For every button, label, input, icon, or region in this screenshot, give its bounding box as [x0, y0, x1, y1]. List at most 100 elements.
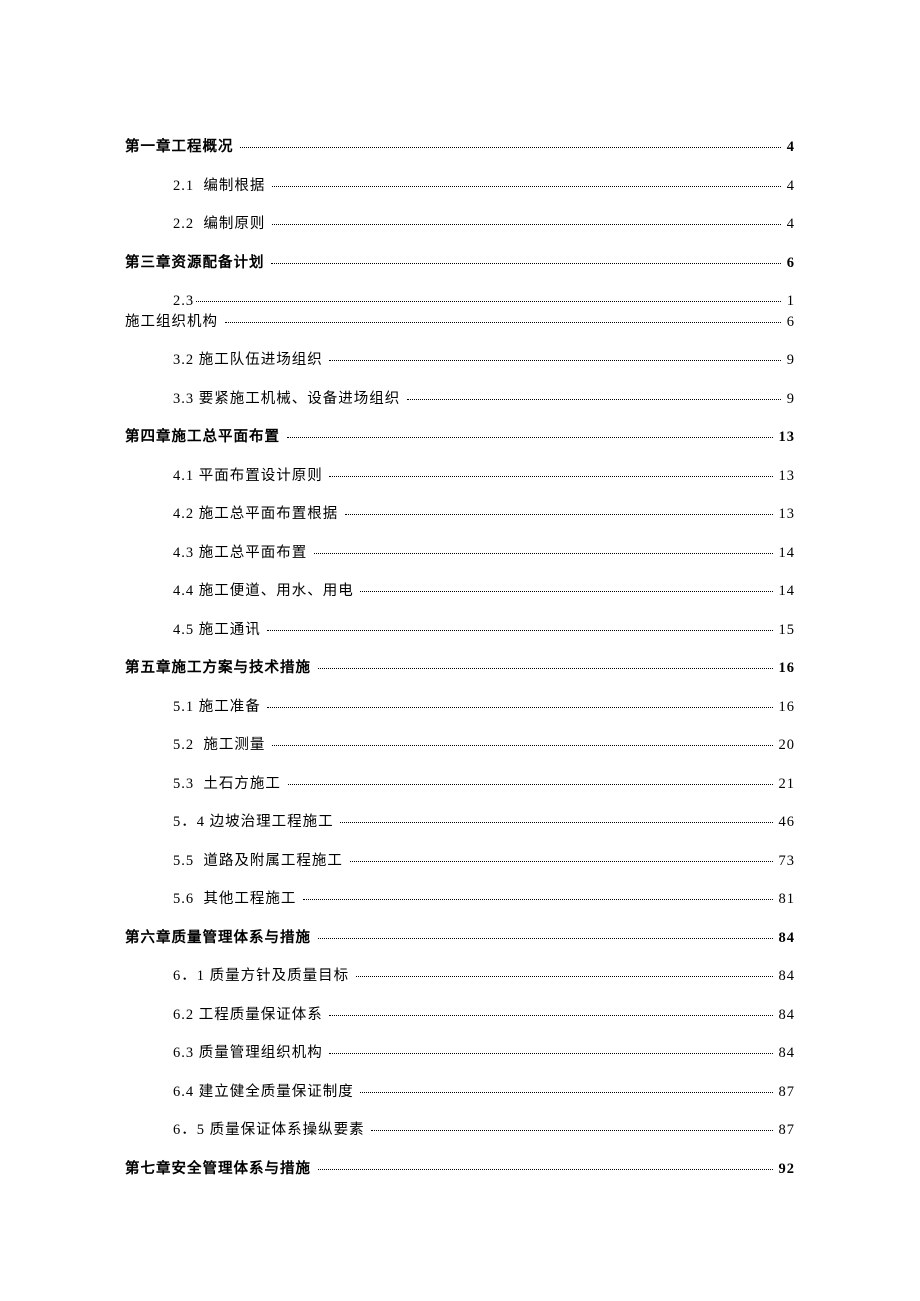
toc-entry-label: 第一章工程概况 [125, 140, 238, 155]
toc-leader-dots [345, 514, 773, 515]
table-of-contents: 第一章工程概况 42.1 编制根据 42.2 编制原则 4第三章资源配备计划 6… [125, 140, 795, 1176]
toc-entry-label: 施工组织机构 [125, 315, 223, 330]
toc-entry-page: 14 [775, 546, 796, 561]
toc-leader-dots [314, 553, 773, 554]
toc-entry: 4.2 施工总平面布置根据 13 [125, 507, 795, 522]
toc-entry-label: 6．1 质量方针及质量目标 [173, 969, 354, 984]
toc-entry-label: 2.1 编制根据 [173, 179, 270, 194]
toc-entry-label: 第四章施工总平面布置 [125, 430, 285, 445]
toc-leader-dots [288, 784, 773, 785]
toc-entry: 6．5 质量保证体系操纵要素 87 [125, 1123, 795, 1138]
toc-entry-label: 5.1 施工准备 [173, 700, 265, 715]
toc-entry-page: 16 [775, 700, 796, 715]
toc-entry-label: 3.2 施工队伍进场组织 [173, 353, 327, 368]
toc-entry-label: 2.3 [173, 294, 194, 309]
toc-entry: 第四章施工总平面布置 13 [125, 430, 795, 445]
toc-entry: 6.2 工程质量保证体系 84 [125, 1008, 795, 1023]
toc-leader-dots [225, 322, 781, 323]
toc-leader-dots [350, 861, 773, 862]
toc-entry-page: 13 [775, 469, 796, 484]
toc-entry: 第七章安全管理体系与措施 92 [125, 1162, 795, 1177]
toc-entry: 6.4 建立健全质量保证制度 87 [125, 1085, 795, 1100]
toc-entry-page: 6 [783, 256, 795, 271]
toc-leader-dots [272, 224, 781, 225]
toc-entry: 5．4 边坡治理工程施工 46 [125, 815, 795, 830]
toc-entry-page: 84 [775, 969, 796, 984]
toc-leader-dots [318, 1169, 773, 1170]
toc-entry-page: 14 [775, 584, 796, 599]
toc-entry-page: 4 [783, 217, 795, 232]
toc-entry: 第一章工程概况 4 [125, 140, 795, 155]
toc-entry: 5.3 土石方施工 21 [125, 777, 795, 792]
toc-entry: 3.3 要紧施工机械、设备进场组织 9 [125, 392, 795, 407]
toc-leader-dots [407, 399, 781, 400]
toc-entry: 2.3 1 [125, 294, 795, 309]
toc-entry-page: 84 [775, 1046, 796, 1061]
toc-entry-label: 4.4 施工便道、用水、用电 [173, 584, 358, 599]
toc-entry-page: 6 [783, 315, 795, 330]
toc-entry: 6.3 质量管理组织机构 84 [125, 1046, 795, 1061]
toc-entry-label: 4.5 施工通讯 [173, 623, 265, 638]
toc-entry: 第五章施工方案与技术措施 16 [125, 661, 795, 676]
toc-leader-dots [356, 976, 773, 977]
toc-entry: 5.5 道路及附属工程施工 73 [125, 854, 795, 869]
toc-entry: 5.6 其他工程施工 81 [125, 892, 795, 907]
toc-leader-dots [329, 1053, 772, 1054]
toc-leader-dots [360, 1092, 772, 1093]
toc-entry-label: 6.4 建立健全质量保证制度 [173, 1085, 358, 1100]
toc-entry-page: 92 [775, 1162, 796, 1177]
toc-leader-dots [271, 263, 781, 264]
toc-leader-dots [318, 938, 773, 939]
toc-leader-dots [196, 301, 781, 302]
toc-entry-label: 6．5 质量保证体系操纵要素 [173, 1123, 369, 1138]
toc-leader-dots [267, 630, 772, 631]
toc-leader-dots [329, 1015, 772, 1016]
toc-entry: 3.2 施工队伍进场组织 9 [125, 353, 795, 368]
toc-leader-dots [303, 899, 773, 900]
toc-entry: 6．1 质量方针及质量目标 84 [125, 969, 795, 984]
toc-entry: 4.3 施工总平面布置 14 [125, 546, 795, 561]
toc-entry-page: 73 [775, 854, 796, 869]
toc-entry-page: 81 [775, 892, 796, 907]
toc-entry-page: 87 [775, 1085, 796, 1100]
toc-entry-page: 46 [775, 815, 796, 830]
toc-entry-page: 4 [783, 140, 795, 155]
toc-entry-label: 5.5 道路及附属工程施工 [173, 854, 348, 869]
toc-entry: 2.2 编制原则 4 [125, 217, 795, 232]
document-page: 第一章工程概况 42.1 编制根据 42.2 编制原则 4第三章资源配备计划 6… [0, 0, 920, 1301]
toc-entry-page: 87 [775, 1123, 796, 1138]
toc-entry-page: 1 [783, 294, 795, 309]
toc-leader-dots [371, 1130, 772, 1131]
toc-entry-page: 9 [783, 392, 795, 407]
toc-leader-dots [318, 668, 773, 669]
toc-entry: 4.5 施工通讯 15 [125, 623, 795, 638]
toc-entry-page: 16 [775, 661, 796, 676]
toc-entry-label: 5.2 施工测量 [173, 738, 270, 753]
toc-entry-page: 13 [775, 430, 796, 445]
toc-leader-dots [329, 476, 772, 477]
toc-leader-dots [287, 437, 773, 438]
toc-entry-label: 5.3 土石方施工 [173, 777, 286, 792]
toc-leader-dots [240, 147, 781, 148]
toc-entry-page: 20 [775, 738, 796, 753]
toc-leader-dots [360, 591, 772, 592]
toc-entry-page: 9 [783, 353, 795, 368]
toc-entry-page: 13 [775, 507, 796, 522]
toc-entry-label: 6.3 质量管理组织机构 [173, 1046, 327, 1061]
toc-entry-label: 第三章资源配备计划 [125, 256, 269, 271]
toc-entry: 5.2 施工测量 20 [125, 738, 795, 753]
toc-leader-dots [340, 822, 772, 823]
toc-entry: 2.1 编制根据 4 [125, 179, 795, 194]
toc-entry-label: 4.1 平面布置设计原则 [173, 469, 327, 484]
toc-entry-label: 4.2 施工总平面布置根据 [173, 507, 343, 522]
toc-entry-page: 15 [775, 623, 796, 638]
toc-entry: 5.1 施工准备 16 [125, 700, 795, 715]
toc-entry-label: 6.2 工程质量保证体系 [173, 1008, 327, 1023]
toc-entry-page: 21 [775, 777, 796, 792]
toc-entry-page: 4 [783, 179, 795, 194]
toc-entry-label: 2.2 编制原则 [173, 217, 270, 232]
toc-entry-page: 84 [775, 1008, 796, 1023]
toc-leader-dots [272, 745, 773, 746]
toc-entry-label: 第七章安全管理体系与措施 [125, 1162, 316, 1177]
toc-leader-dots [267, 707, 772, 708]
